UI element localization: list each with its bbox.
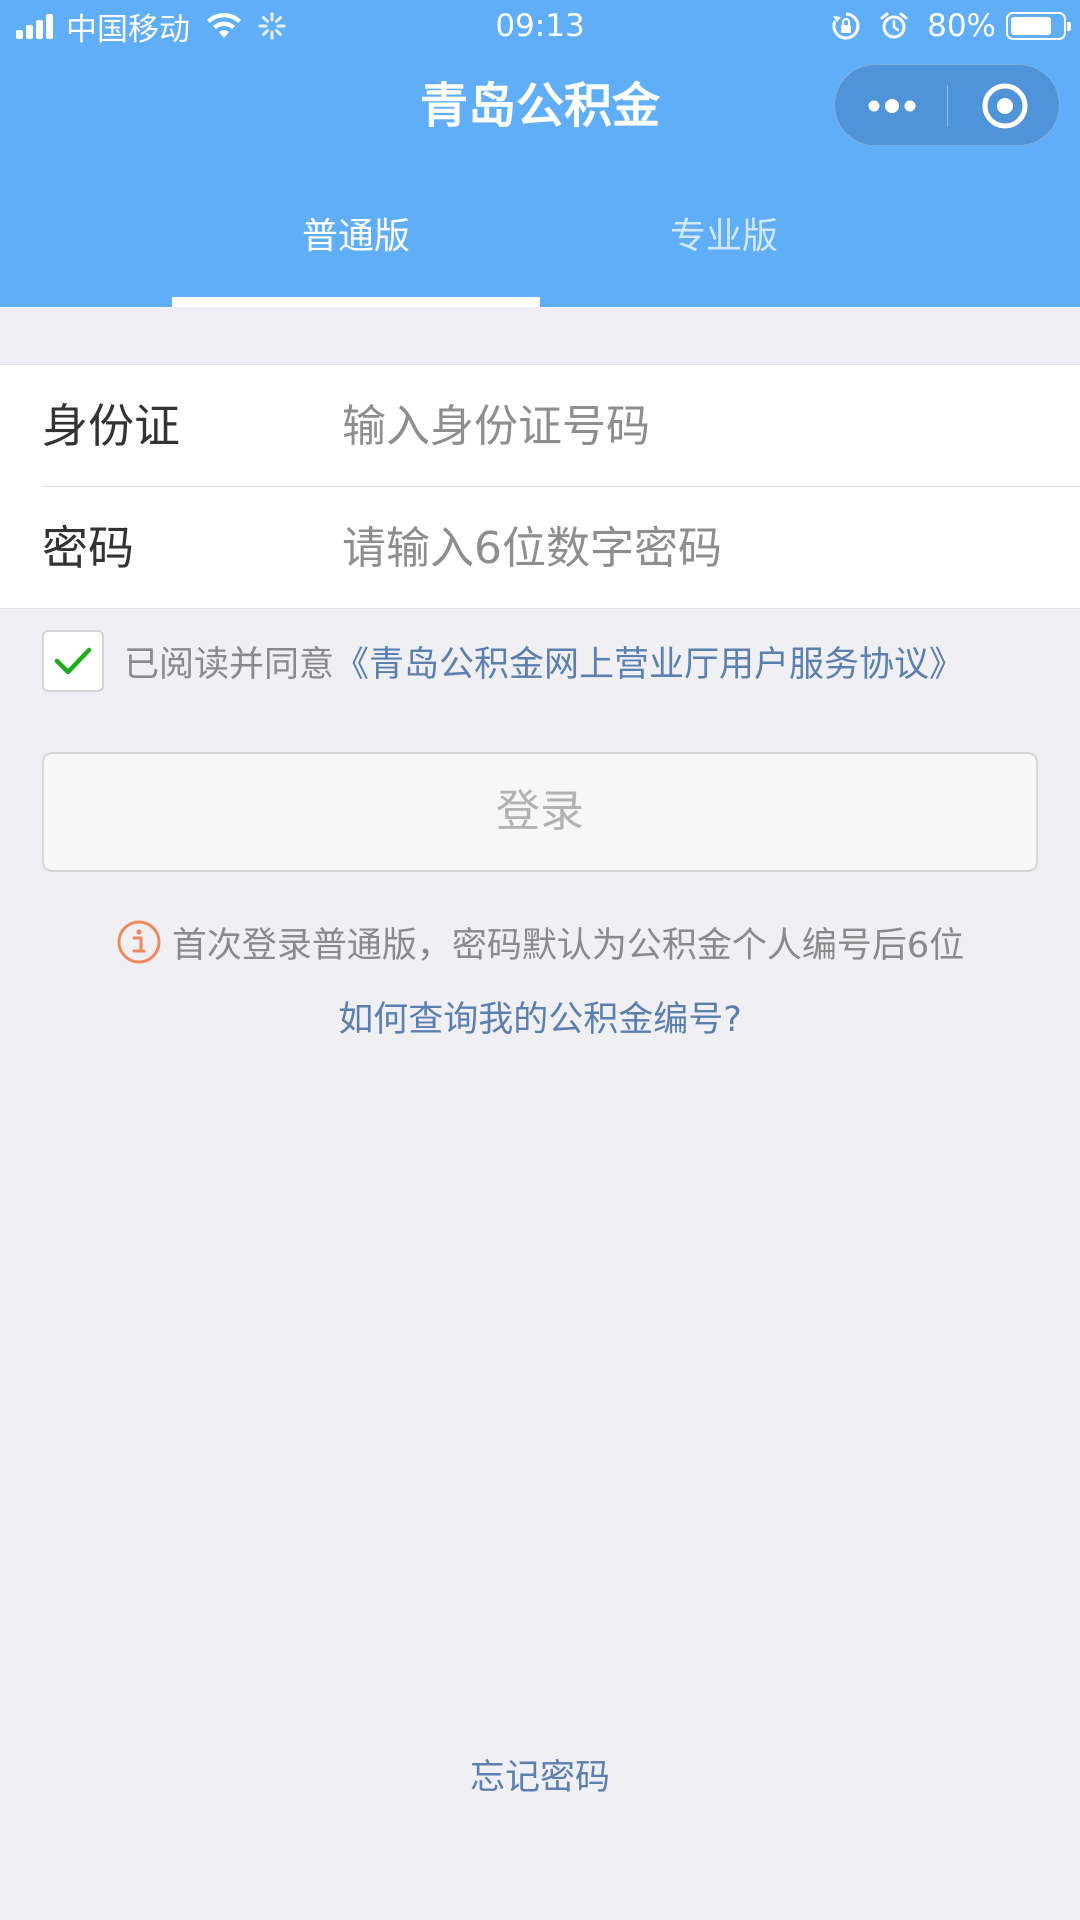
password-input[interactable] [342, 508, 1042, 588]
service-agreement-link[interactable]: 《青岛公积金网上营业厅用户服务协议》 [334, 645, 964, 685]
close-target-icon[interactable] [948, 65, 1061, 147]
query-number-link[interactable]: 如何查询我的公积金编号? [0, 990, 1080, 1050]
agreement-row: 已阅读并同意《青岛公积金网上营业厅用户服务协议》 [42, 630, 1042, 692]
id-number-input[interactable] [342, 386, 1042, 466]
header-bar: 中国移动 09:13 80% 青岛公积金 普通版 专业版 [0, 0, 1080, 307]
checkmark-icon [54, 647, 92, 675]
alarm-icon [879, 11, 909, 41]
login-form: 身份证 密码 [0, 364, 1080, 609]
status-bar: 中国移动 09:13 80% [0, 0, 1080, 52]
status-right: 80% [831, 8, 1071, 44]
active-tab-indicator [172, 297, 540, 307]
login-button[interactable]: 登录 [42, 752, 1038, 872]
agreement-prefix: 已阅读并同意 [124, 645, 335, 685]
agreement-checkbox[interactable] [42, 630, 104, 692]
battery-percent: 80% [927, 8, 996, 44]
tab-normal[interactable]: 普通版 [172, 195, 540, 307]
password-label: 密码 [42, 521, 134, 575]
battery-icon [1006, 12, 1071, 40]
tab-professional[interactable]: 专业版 [540, 195, 908, 307]
more-dots-icon[interactable] [835, 65, 948, 147]
password-row: 密码 [0, 487, 1080, 609]
id-row: 身份证 [0, 365, 1080, 487]
battery-fill [1011, 17, 1051, 35]
info-icon [116, 919, 162, 965]
id-label: 身份证 [42, 399, 180, 453]
login-tip: 首次登录普通版，密码默认为公积金个人编号后6位 [0, 912, 1080, 972]
agreement-text: 已阅读并同意《青岛公积金网上营业厅用户服务协议》 [124, 630, 964, 700]
mini-program-capsule [834, 64, 1060, 146]
version-tabs: 普通版 专业版 [0, 195, 1080, 307]
tip-text: 首次登录普通版，密码默认为公积金个人编号后6位 [171, 925, 965, 966]
forgot-password-link[interactable]: 忘记密码 [0, 1748, 1080, 1808]
rotation-lock-icon [831, 11, 861, 41]
